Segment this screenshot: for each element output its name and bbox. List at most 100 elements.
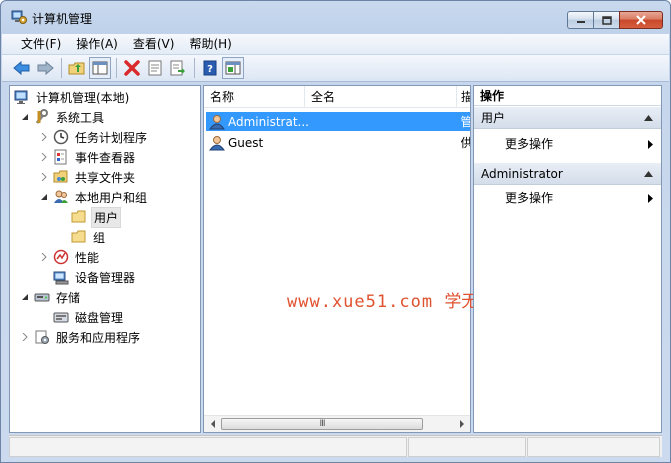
tree-item-groups[interactable]: 组 (71, 228, 107, 246)
collapsed-arrow-icon[interactable] (20, 332, 30, 342)
window-title: 计算机管理 (32, 12, 93, 26)
tree-item-system-tools[interactable]: 系统工具 (20, 108, 106, 126)
folder-icon (71, 209, 87, 225)
toolbar: ? (2, 55, 669, 82)
more-actions-users[interactable]: 更多操作 (474, 134, 661, 154)
status-cell (408, 437, 526, 457)
actions-header: 操作 (474, 86, 661, 106)
shared-folder-icon (53, 169, 69, 185)
collapsed-arrow-icon[interactable] (39, 152, 49, 162)
user-icon (209, 114, 225, 130)
minimize-icon (576, 21, 585, 23)
tree-item-root[interactable]: 计算机管理(本地) (14, 88, 131, 106)
list-row-administrator[interactable]: Administrat... 管 (206, 112, 470, 131)
scroll-right-icon (459, 420, 464, 428)
more-actions-label: 更多操作 (505, 137, 554, 151)
status-cell (527, 437, 660, 457)
submenu-arrow-icon (648, 140, 653, 149)
scroll-left-button[interactable] (204, 416, 221, 432)
tree-item-shared-folders[interactable]: 共享文件夹 (39, 168, 137, 186)
up-folder-icon (68, 62, 85, 75)
delete-button[interactable] (121, 57, 143, 79)
back-button[interactable] (11, 57, 33, 79)
tree-label: 事件查看器 (75, 150, 136, 165)
console-tree-pane[interactable]: 计算机管理(本地) 系统工具 任务计划程序 事件查看器 共享文件夹 本地用户和组… (9, 85, 201, 433)
disk-management-icon (53, 309, 69, 325)
collapsed-arrow-icon[interactable] (39, 172, 49, 182)
forward-button[interactable] (34, 57, 56, 79)
list-row-guest[interactable]: Guest 供 (206, 133, 470, 152)
tree-label: 系统工具 (56, 110, 105, 125)
help-icon: ? (203, 60, 217, 76)
user-list-pane[interactable]: 名称 全名 描 Administrat... 管 Guest 供 III (203, 85, 471, 433)
close-button[interactable] (619, 11, 663, 29)
tree-label: 服务和应用程序 (56, 330, 141, 345)
scroll-right-button[interactable] (453, 416, 470, 432)
expanded-arrow-icon[interactable] (20, 112, 30, 122)
column-header-name[interactable]: 名称 (204, 86, 305, 108)
column-header-description[interactable]: 描 (457, 86, 470, 108)
user-name: Administrat... (228, 114, 309, 129)
toolbar-separator (116, 58, 117, 78)
scrollbar-thumb[interactable]: III (221, 418, 423, 430)
expanded-arrow-icon[interactable] (39, 192, 49, 202)
maximize-icon (601, 15, 612, 25)
tree-item-storage[interactable]: 存储 (20, 288, 82, 306)
collapsed-arrow-icon[interactable] (39, 132, 49, 142)
user-name: Guest (228, 135, 264, 150)
actions-section-users[interactable]: 用户 (474, 107, 661, 129)
maximize-button[interactable] (593, 11, 619, 29)
title-bar[interactable]: 计算机管理 (1, 1, 670, 31)
show-hide-console-tree-button[interactable] (89, 57, 111, 79)
back-icon (13, 61, 30, 75)
column-header-fullname[interactable]: 全名 (305, 86, 457, 108)
caption-buttons (567, 11, 663, 29)
tree-item-device-manager[interactable]: 设备管理器 (53, 268, 137, 286)
svg-text:?: ? (207, 64, 213, 75)
horizontal-scrollbar[interactable]: III (204, 415, 470, 432)
export-list-button[interactable] (167, 57, 189, 79)
user-description: 管 (460, 115, 470, 129)
event-log-icon (53, 149, 69, 165)
collapse-up-icon[interactable] (644, 115, 653, 121)
show-hide-action-pane-button[interactable] (222, 57, 244, 79)
tree-item-performance[interactable]: 性能 (39, 248, 101, 266)
properties-icon (148, 60, 162, 76)
users-group-icon (53, 189, 69, 205)
forward-icon (37, 61, 54, 75)
collapse-up-icon[interactable] (644, 171, 653, 177)
tree-item-disk-management[interactable]: 磁盘管理 (53, 308, 125, 326)
menu-help[interactable]: 帮助(H) (182, 34, 239, 54)
tree-item-local-users-groups[interactable]: 本地用户和组 (39, 188, 149, 206)
actions-pane: 操作 用户 更多操作 Administrator 更多操作 (473, 85, 662, 433)
list-header: 名称 全名 描 (204, 86, 470, 108)
help-button[interactable]: ? (199, 57, 221, 79)
more-actions-label: 更多操作 (505, 191, 554, 205)
tree-label: 计算机管理(本地) (36, 90, 130, 105)
tree-item-task-scheduler[interactable]: 任务计划程序 (39, 128, 149, 146)
collapsed-arrow-icon[interactable] (39, 252, 49, 262)
menu-view[interactable]: 查看(V) (126, 34, 183, 54)
actions-section-label: Administrator (481, 167, 563, 181)
menu-action[interactable]: 操作(A) (69, 34, 126, 54)
user-description: 供 (460, 136, 470, 150)
tree-label: 设备管理器 (75, 270, 136, 285)
tree-item-users[interactable]: 用户 (71, 206, 122, 228)
actions-section-label: 用户 (481, 111, 506, 125)
delete-icon (124, 60, 140, 76)
tree-item-event-viewer[interactable]: 事件查看器 (39, 148, 137, 166)
minimize-button[interactable] (567, 11, 593, 29)
properties-button[interactable] (144, 57, 166, 79)
device-manager-icon (53, 269, 69, 285)
performance-icon (53, 249, 69, 265)
toolbar-separator (61, 58, 62, 78)
up-one-level-button[interactable] (66, 57, 88, 79)
menu-bar: 文件(F) 操作(A) 查看(V) 帮助(H) (2, 34, 669, 54)
scroll-left-icon (210, 420, 215, 428)
actions-section-administrator[interactable]: Administrator (474, 163, 661, 185)
tree-item-services-apps[interactable]: 服务和应用程序 (20, 328, 142, 346)
expanded-arrow-icon[interactable] (20, 292, 30, 302)
tree-label: 共享文件夹 (75, 170, 136, 185)
menu-file[interactable]: 文件(F) (14, 34, 69, 54)
more-actions-administrator[interactable]: 更多操作 (474, 188, 661, 208)
